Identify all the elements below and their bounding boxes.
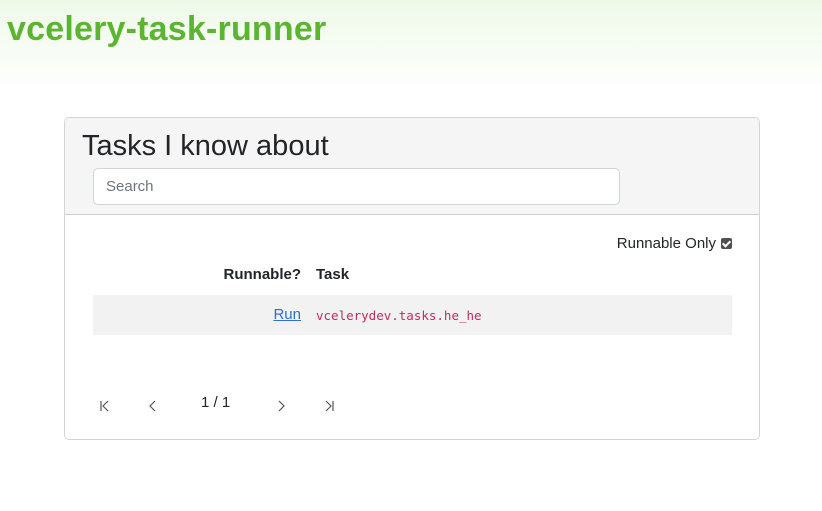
first-page-icon[interactable] bbox=[94, 395, 116, 417]
last-page-icon[interactable] bbox=[318, 395, 340, 417]
pagination: 1 / 1 bbox=[65, 390, 465, 420]
card-header: Tasks I know about bbox=[65, 118, 759, 215]
page-status: 1 / 1 bbox=[201, 394, 231, 411]
task-name: vcelerydev.tasks.he_he bbox=[316, 308, 482, 323]
tasks-card: Tasks I know about Runnable Only Runnabl… bbox=[64, 117, 760, 440]
app-header: vcelery-task-runner bbox=[0, 0, 822, 92]
app-title: vcelery-task-runner bbox=[7, 10, 327, 48]
next-page-icon[interactable] bbox=[270, 395, 292, 417]
runnable-only-checkbox[interactable] bbox=[721, 238, 732, 249]
column-header-task: Task bbox=[316, 266, 350, 283]
card-title: Tasks I know about bbox=[82, 130, 329, 162]
prev-page-icon[interactable] bbox=[142, 395, 164, 417]
runnable-only-label: Runnable Only bbox=[616, 235, 716, 252]
column-header-runnable: Runnable? bbox=[223, 266, 302, 283]
runnable-only-filter[interactable]: Runnable Only bbox=[617, 235, 732, 252]
table-row: Run vcelerydev.tasks.he_he bbox=[93, 295, 732, 335]
run-link[interactable]: Run bbox=[273, 306, 301, 323]
search-input[interactable] bbox=[93, 168, 620, 205]
